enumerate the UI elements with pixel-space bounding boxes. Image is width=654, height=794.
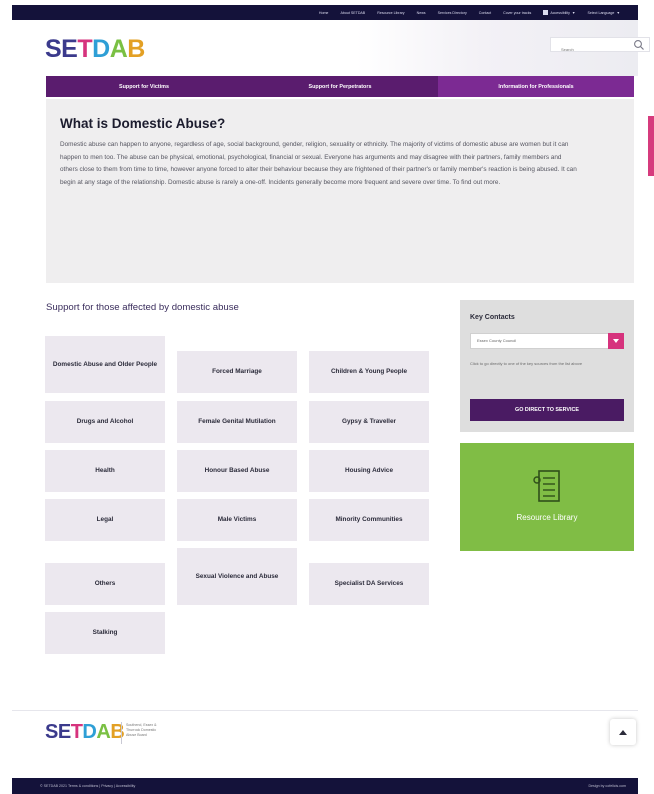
tile-minority-communities[interactable]: Minority Communities (309, 499, 429, 541)
resource-library-card[interactable]: Resource Library (460, 443, 634, 551)
key-contacts-selected: Essex County Council (477, 338, 517, 343)
search-box (550, 37, 650, 56)
top-nav-services-directory[interactable]: Services Directory (438, 11, 467, 15)
top-nav-home[interactable]: Home (319, 11, 329, 15)
language-select[interactable]: Select Language ▼ (587, 11, 620, 15)
key-contacts-select[interactable]: Essex County Council (470, 333, 624, 349)
footer-divider-line (12, 710, 638, 711)
find-out-more-link[interactable]: To find out more. (453, 179, 501, 186)
side-feedback-tab[interactable] (648, 116, 654, 176)
tile-forced-marriage[interactable]: Forced Marriage (177, 351, 297, 393)
footer-tagline: Southend, Essex & Thurrock Domestic Abus… (126, 723, 157, 737)
arrow-up-icon (619, 729, 627, 735)
nav-support-for-victims[interactable]: Support for Victims (46, 76, 242, 97)
tile-honour-based-abuse[interactable]: Honour Based Abuse (177, 450, 297, 492)
top-nav-contact[interactable]: Contact (479, 11, 491, 15)
tile-male-victims[interactable]: Male Victims (177, 499, 297, 541)
tile-health[interactable]: Health (45, 450, 165, 492)
top-utility-bar: Home About SETDAB Resource Library News … (12, 5, 638, 20)
top-nav-cover-tracks[interactable]: Cover your tracks (503, 11, 531, 15)
design-credit[interactable]: Design by cofelicis.com (588, 784, 626, 788)
go-direct-to-service-button[interactable]: GO DIRECT TO SERVICE (470, 399, 624, 421)
top-nav-about[interactable]: About SETDAB (340, 11, 365, 15)
accessibility-label: Accessibility (550, 10, 570, 15)
footer-logo[interactable]: SETDAB (45, 722, 125, 742)
support-section-title: Support for those affected by domestic a… (46, 302, 239, 313)
key-contacts-help: Click to go directly to one of the key s… (470, 361, 583, 366)
key-contacts-title: Key Contacts (470, 314, 515, 321)
tile-gypsy-traveller[interactable]: Gypsy & Traveller (309, 401, 429, 443)
tile-specialist-da-services[interactable]: Specialist DA Services (309, 563, 429, 605)
nav-information-for-professionals[interactable]: Information for Professionals (438, 76, 634, 97)
intro-panel: What is Domestic Abuse? Domestic abuse c… (46, 99, 634, 283)
chevron-down-icon: ▼ (616, 10, 620, 15)
chevron-down-icon: ▼ (571, 10, 576, 15)
nav-support-for-perpetrators[interactable]: Support for Perpetrators (242, 76, 438, 97)
tile-older-people[interactable]: Domestic Abuse and Older People (45, 336, 165, 393)
tile-sexual-violence[interactable]: Sexual Violence and Abuse (177, 548, 297, 605)
tile-others[interactable]: Others (45, 563, 165, 605)
tile-drugs-alcohol[interactable]: Drugs and Alcohol (45, 401, 165, 443)
key-contacts-panel: Key Contacts Essex County Council Click … (460, 300, 634, 432)
tile-children-young-people[interactable]: Children & Young People (309, 351, 429, 393)
main-nav: Support for Victims Support for Perpetra… (46, 76, 634, 97)
bottom-bar: © SETDAB 2021 Terms & conditions | Priva… (12, 778, 638, 794)
search-input[interactable] (551, 43, 631, 56)
intro-title: What is Domestic Abuse? (60, 116, 226, 131)
top-nav-news[interactable]: News (417, 11, 426, 15)
tile-female-genital-mutilation[interactable]: Female Genital Mutilation (177, 401, 297, 443)
resource-library-label: Resource Library (516, 513, 578, 522)
site-header: SETDAB (12, 20, 650, 76)
language-label: Select Language (587, 10, 615, 15)
accessibility-icon (543, 10, 549, 15)
top-nav-resource-library[interactable]: Resource Library (377, 11, 404, 15)
search-icon[interactable] (633, 39, 645, 51)
document-list-icon (533, 470, 560, 502)
accessibility-menu[interactable]: Accessibility ▼ (543, 10, 575, 15)
setdab-logo[interactable]: SETDAB (45, 37, 145, 62)
back-to-top-button[interactable] (610, 719, 636, 745)
intro-text: Domestic abuse can happen to anyone, reg… (60, 139, 580, 189)
chevron-down-icon[interactable] (608, 333, 624, 349)
tile-stalking[interactable]: Stalking (45, 612, 165, 654)
copyright-links[interactable]: © SETDAB 2021 Terms & conditions | Priva… (40, 784, 135, 788)
tile-legal[interactable]: Legal (45, 499, 165, 541)
tile-housing-advice[interactable]: Housing Advice (309, 450, 429, 492)
footer-logo-divider (121, 722, 122, 744)
